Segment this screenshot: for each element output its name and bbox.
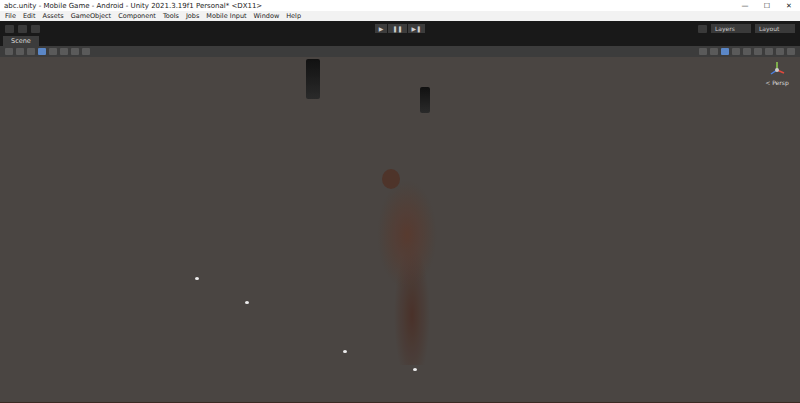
toolbar-dropdown[interactable]: Layout <box>755 24 795 33</box>
scene-tool-icon[interactable] <box>71 48 79 55</box>
scene-tab[interactable]: Scene <box>3 36 39 46</box>
menu-bar: File Edit Assets GameObject Component Tools Jo… <box>0 11 800 21</box>
scene-option-icon[interactable] <box>776 48 784 55</box>
main-toolbar: ▶❚❚▶❚ Layers Layout <box>0 21 800 36</box>
play-controls: ▶❚❚▶❚ <box>375 24 425 33</box>
toolbar-icon[interactable] <box>5 25 14 33</box>
cloud-icon[interactable] <box>698 25 707 33</box>
scene-option-icon[interactable] <box>743 48 751 55</box>
scene-tool-icon[interactable] <box>49 48 57 55</box>
scene-option-icon[interactable] <box>710 48 718 55</box>
menu-item[interactable]: Component <box>118 12 156 20</box>
axes-icon <box>768 61 786 79</box>
orientation-gizmo[interactable]: < Persp <box>762 61 792 93</box>
zombie-figure <box>372 175 442 365</box>
perspective-label[interactable]: < Persp <box>762 79 792 86</box>
scene-option-icon[interactable] <box>754 48 762 55</box>
window-control-button[interactable]: — <box>734 2 756 10</box>
scene-option-icon[interactable] <box>787 48 795 55</box>
scene-tool-icon[interactable] <box>38 48 46 55</box>
window-title: abc.unity - Mobile Game - Android - Unit… <box>4 2 734 10</box>
scene-tool-icon[interactable] <box>27 48 35 55</box>
toolbar-left <box>5 25 371 33</box>
ceiling-lamp <box>420 87 430 113</box>
scene-option-icon[interactable] <box>699 48 707 55</box>
ceiling-lamp <box>306 59 320 99</box>
scene-tool-icon[interactable] <box>60 48 68 55</box>
scene-view[interactable]: < Persp <box>0 57 800 403</box>
menu-item[interactable]: Jobs <box>186 12 199 20</box>
toolbar-icon[interactable] <box>18 25 27 33</box>
window-control-button[interactable]: ☐ <box>756 2 778 10</box>
menu-item[interactable]: File <box>5 12 16 20</box>
scene-option-icon[interactable] <box>765 48 773 55</box>
play-control-button[interactable]: ❚❚ <box>388 24 406 33</box>
toolbar-right: Layers Layout <box>429 24 795 33</box>
floor-light-marker <box>195 277 199 280</box>
tab-strip: Scene <box>0 36 800 46</box>
scene-tool-icon[interactable] <box>5 48 13 55</box>
floor-light-marker <box>245 301 249 304</box>
scene-tool-icon[interactable] <box>82 48 90 55</box>
play-control-button[interactable]: ▶ <box>375 24 388 33</box>
menu-item[interactable]: Tools <box>163 12 179 20</box>
menu-item[interactable]: Assets <box>42 12 63 20</box>
window-control-button[interactable]: ✕ <box>778 2 800 10</box>
floor-light-marker <box>413 368 417 371</box>
toolbar-dropdown[interactable]: Layers <box>711 24 751 33</box>
floor-light-marker <box>343 350 347 353</box>
menu-item[interactable]: GameObject <box>71 12 112 20</box>
menu-item[interactable]: Window <box>254 12 280 20</box>
menu-item[interactable]: Help <box>286 12 301 20</box>
scene-tool-icon[interactable] <box>16 48 24 55</box>
menu-item[interactable]: Mobile Input <box>206 12 246 20</box>
zombie-head <box>382 169 400 189</box>
scene-toolbar <box>0 46 800 57</box>
menu-item[interactable]: Edit <box>23 12 36 20</box>
toolbar-icon[interactable] <box>31 25 40 33</box>
scene-option-icon[interactable] <box>721 48 729 55</box>
play-control-button[interactable]: ▶❚ <box>408 24 426 33</box>
title-bar: abc.unity - Mobile Game - Android - Unit… <box>0 0 800 11</box>
window-controls: —☐✕ <box>734 2 800 10</box>
scene-option-icon[interactable] <box>732 48 740 55</box>
